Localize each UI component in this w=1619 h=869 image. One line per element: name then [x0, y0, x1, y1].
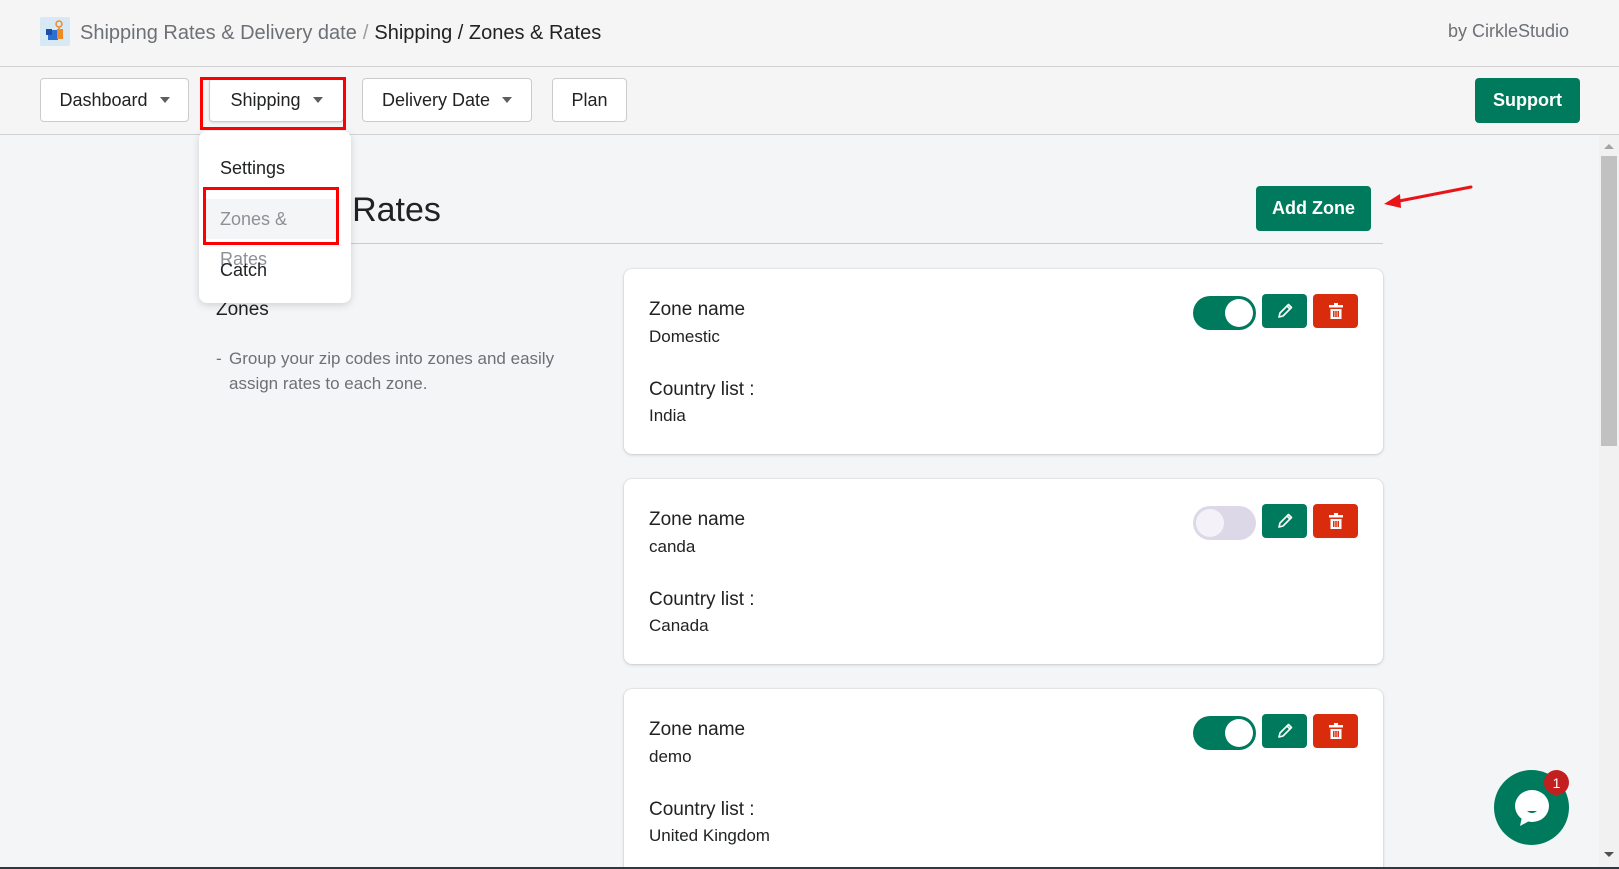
edit-zone-button[interactable]: [1262, 504, 1307, 538]
toggle-knob: [1196, 509, 1224, 537]
title-divider: [216, 243, 1383, 244]
description-text: Group your zip codes into zones and easi…: [229, 349, 555, 393]
zone-card: Zone name Domestic Country list : India: [624, 269, 1383, 454]
trash-icon: [1328, 513, 1343, 529]
page-scrollbar[interactable]: [1599, 135, 1619, 869]
bullet-dash: -: [216, 349, 222, 368]
scroll-down-arrow-icon[interactable]: [1604, 852, 1614, 857]
edit-zone-button[interactable]: [1262, 714, 1307, 748]
trash-icon: [1328, 723, 1343, 739]
developer-byline: by CirkleStudio: [1447, 21, 1569, 41]
country-list-label: Country list :: [649, 379, 755, 400]
zone-card: Zone name canda Country list : Canada: [624, 479, 1383, 664]
zone-enabled-toggle[interactable]: [1193, 716, 1256, 750]
caret-down-icon: [312, 97, 323, 103]
nav-plan-label: Plan: [571, 89, 608, 110]
scroll-up-arrow-icon[interactable]: [1604, 144, 1614, 149]
breadcrumb-separator: /: [362, 22, 369, 44]
zone-card: Zone name demo Country list : United Kin…: [624, 689, 1383, 869]
zone-name-label: Zone name: [649, 299, 746, 320]
pencil-icon: [1277, 303, 1292, 318]
zone-name-label: Zone name: [649, 719, 746, 740]
nav-plan-button[interactable]: Plan: [552, 78, 627, 122]
pencil-icon: [1277, 513, 1292, 528]
support-button[interactable]: Support: [1475, 78, 1580, 123]
country-list-label: Country list :: [649, 799, 755, 820]
toggle-knob: [1225, 299, 1253, 327]
delete-zone-button[interactable]: [1313, 294, 1358, 328]
country-list-value: United Kingdom: [649, 826, 770, 845]
app-header: Shipping Rates & Delivery date / Shipping …: [0, 0, 1619, 67]
country-list-label: Country list :: [649, 589, 755, 610]
main-nav: Dashboard Shipping Delivery Date Plan: [0, 67, 1619, 135]
zone-name-value: demo: [649, 747, 692, 766]
nav-delivery-date-label: Delivery Date: [381, 89, 491, 110]
country-list-value: Canada: [649, 616, 709, 635]
caret-down-icon: [502, 97, 513, 103]
toggle-knob: [1225, 719, 1253, 747]
annotation-arrow-icon: [1384, 185, 1473, 208]
zone-name-value: Domestic: [649, 327, 720, 346]
zone-enabled-toggle[interactable]: [1193, 296, 1256, 330]
nav-shipping-button[interactable]: Shipping: [209, 78, 344, 122]
zones-section-description: - Group your zip codes into zones and ea…: [216, 346, 576, 396]
menu-item-zones-rates[interactable]: Zones & Rates: [205, 199, 338, 269]
trash-icon: [1328, 303, 1343, 319]
add-zone-button[interactable]: Add Zone: [1256, 186, 1371, 231]
zone-name-value: canda: [649, 537, 696, 556]
edit-zone-button[interactable]: [1262, 294, 1307, 328]
country-list-value: India: [649, 406, 686, 425]
nav-shipping-label: Shipping: [230, 89, 301, 110]
scrollbar-thumb[interactable]: [1601, 156, 1617, 446]
menu-item-catch[interactable]: Catch: [199, 250, 351, 290]
nav-dashboard-label: Dashboard: [59, 89, 148, 110]
nav-dashboard-button[interactable]: Dashboard: [40, 78, 189, 122]
delete-zone-button[interactable]: [1313, 714, 1358, 748]
chat-notification-badge: 1: [1544, 770, 1569, 795]
pencil-icon: [1277, 723, 1292, 738]
zone-enabled-toggle[interactable]: [1193, 506, 1256, 540]
caret-down-icon: [159, 97, 170, 103]
breadcrumb-current-page: Shipping / Zones & Rates: [374, 22, 602, 44]
breadcrumb: Shipping Rates & Delivery date / Shipping …: [80, 20, 601, 46]
chat-bubble-icon: [1515, 790, 1549, 826]
app-logo-icon: [40, 17, 70, 46]
zone-name-label: Zone name: [649, 509, 746, 530]
breadcrumb-app-name[interactable]: Shipping Rates & Delivery date: [80, 22, 357, 44]
nav-delivery-date-button[interactable]: Delivery Date: [362, 78, 532, 122]
shipping-dropdown-menu: Settings Zones & Rates Catch: [199, 131, 351, 303]
menu-item-settings[interactable]: Settings: [199, 148, 351, 188]
delete-zone-button[interactable]: [1313, 504, 1358, 538]
